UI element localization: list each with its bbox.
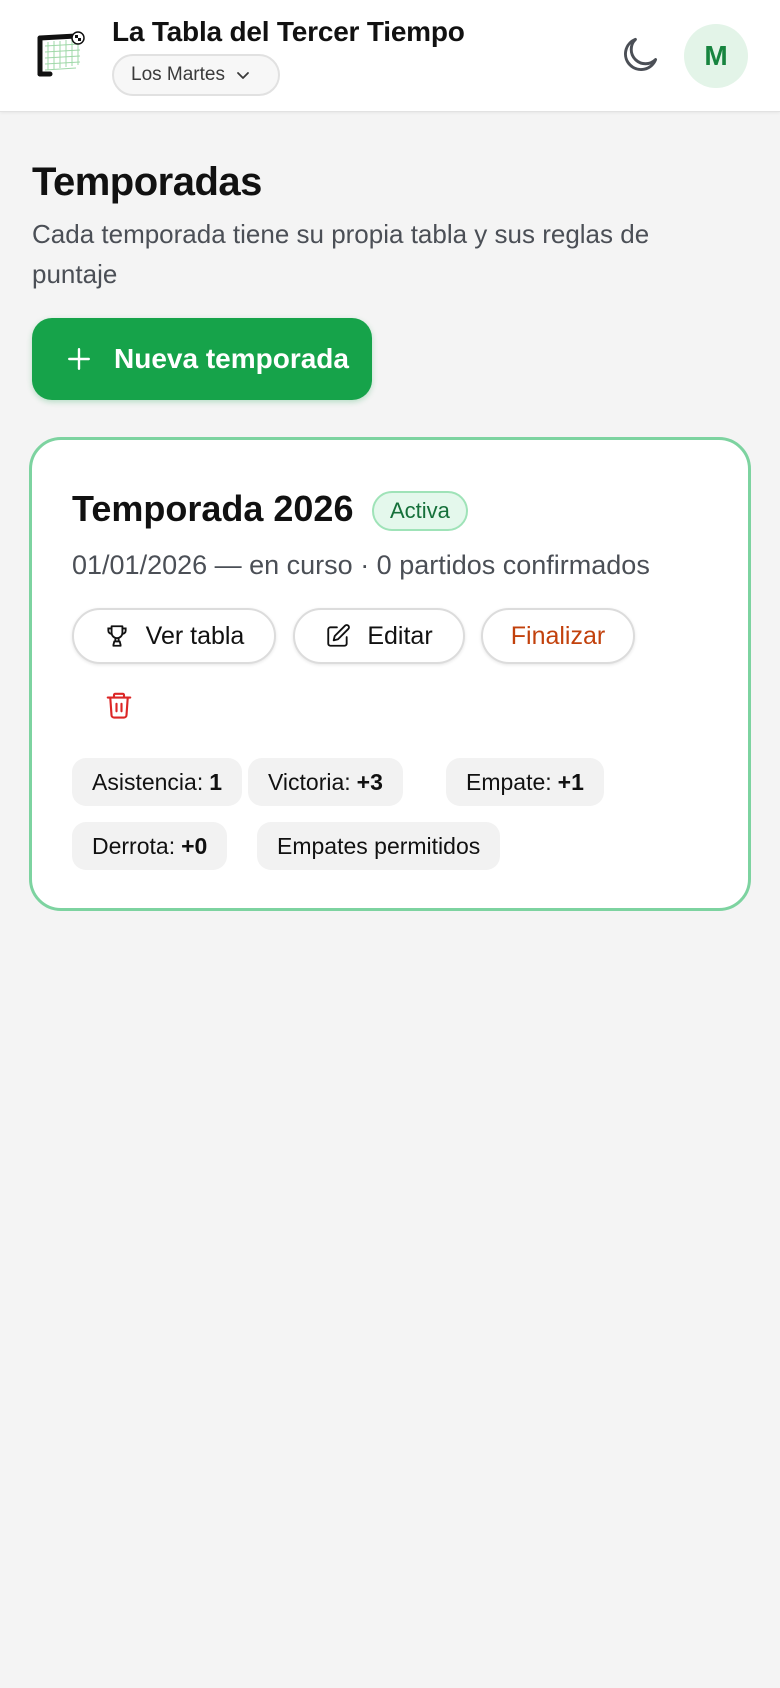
view-table-button[interactable]: Ver tabla xyxy=(72,608,276,664)
season-name: Temporada 2026 xyxy=(72,488,354,529)
chevron-down-icon xyxy=(237,72,249,79)
app-title: La Tabla del Tercer Tiempo xyxy=(112,16,465,47)
plus-icon xyxy=(68,348,90,370)
edit-button[interactable]: Editar xyxy=(293,608,465,664)
page-title: Temporadas xyxy=(32,160,262,204)
season-meta: 01/01/2026 — en curso · 0 partidos confi… xyxy=(72,550,650,580)
group-selector[interactable]: Los Martes xyxy=(112,54,280,96)
dark-mode-toggle-moon-icon[interactable] xyxy=(618,33,662,77)
status-badge: Activa xyxy=(372,491,468,531)
page-subtitle: Cada temporada tiene su propia tabla y s… xyxy=(32,219,650,289)
rule-value: 1 xyxy=(209,768,223,795)
rule-chip-loss: Derrota: +0 xyxy=(72,822,228,870)
rule-chip-victory: Victoria: +3 xyxy=(248,758,403,806)
rule-label: Empates permitidos xyxy=(277,832,481,859)
new-season-button-label: Nueva temporada xyxy=(114,343,349,374)
rule-chip-draw: Empate: +1 xyxy=(446,758,604,806)
rule-value: +0 xyxy=(181,832,208,859)
trophy-icon xyxy=(107,625,127,647)
delete-trash-icon[interactable] xyxy=(104,690,134,720)
rule-value: +1 xyxy=(557,768,584,795)
finish-season-button[interactable]: Finalizar xyxy=(481,608,635,664)
rule-chip-attendance: Asistencia: 1 xyxy=(72,758,243,806)
edit-pencil-icon xyxy=(327,624,351,647)
group-selector-value: Los Martes xyxy=(131,64,225,85)
new-season-button[interactable]: Nueva temporada xyxy=(32,318,372,400)
rule-label: Victoria: xyxy=(268,768,351,795)
rule-label: Empate: xyxy=(466,768,552,795)
rule-chip-draws-allowed: Empates permitidos xyxy=(257,822,501,870)
app-header: La Tabla del Tercer Tiempo Los Martes M xyxy=(0,0,780,112)
user-avatar[interactable]: M xyxy=(684,24,748,88)
season-card: Temporada 2026 Activa 01/01/2026 — en cu… xyxy=(29,437,751,911)
edit-label: Editar xyxy=(367,621,433,650)
goal-logo-icon xyxy=(36,30,90,80)
rule-label: Asistencia: xyxy=(92,768,204,795)
rule-value: +3 xyxy=(356,768,383,795)
rule-label: Derrota: xyxy=(92,832,176,859)
view-table-label: Ver tabla xyxy=(145,621,245,650)
